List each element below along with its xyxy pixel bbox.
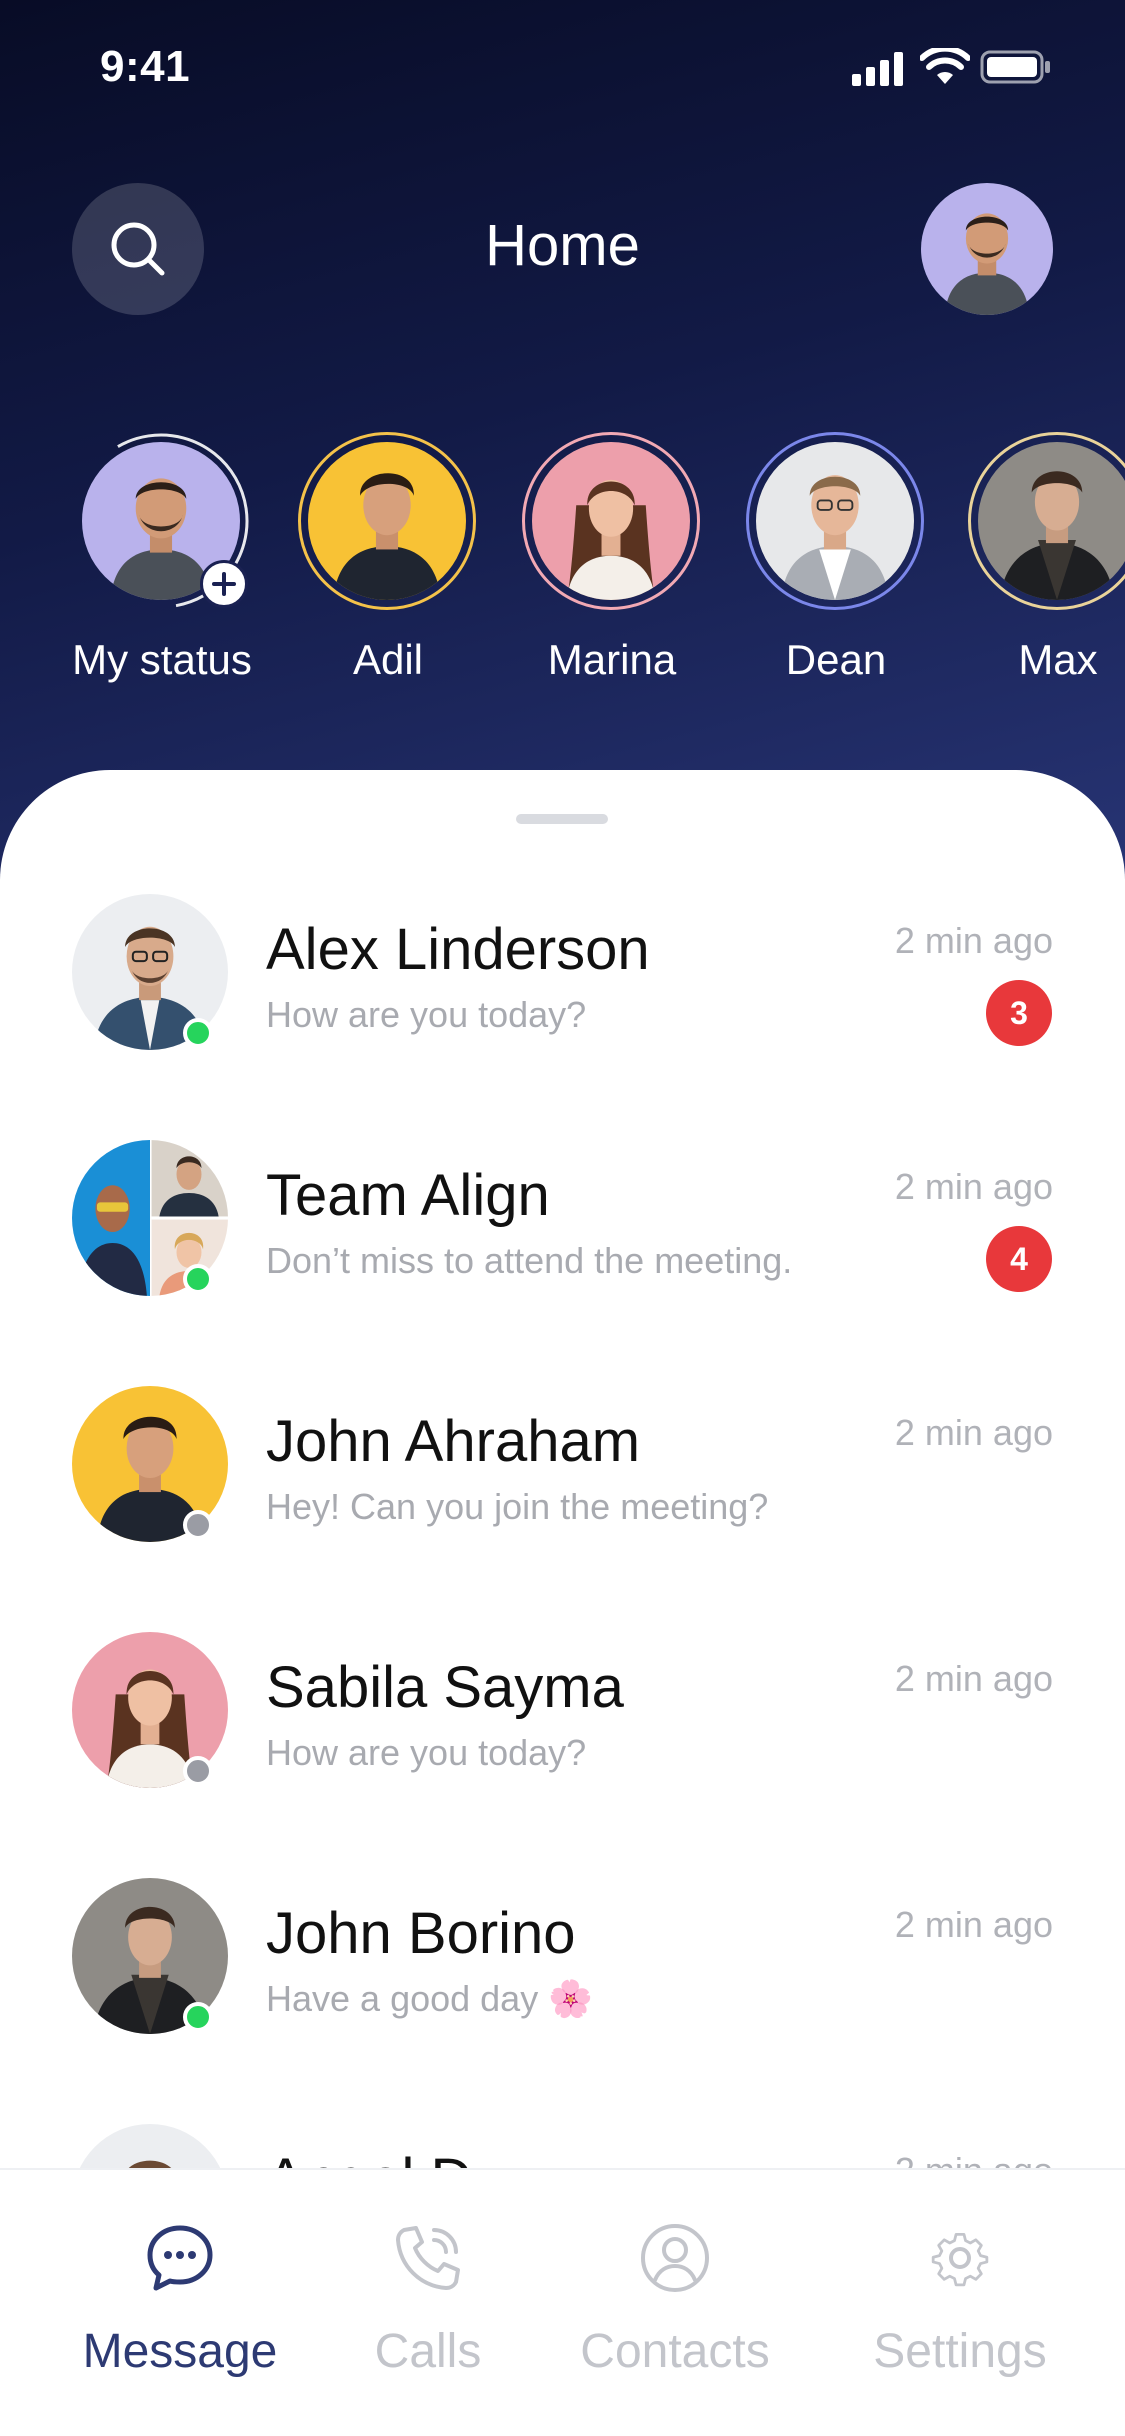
chat-time: 2 min ago [894,1658,1053,1699]
chat-name: Team Align [266,1163,550,1228]
unread-count-badge: 3 [986,980,1052,1046]
chat-time: 2 min ago [894,1166,1053,1207]
chat-preview: Don’t miss to attend the meeting. [266,1240,793,1281]
story-adil[interactable]: Adil [298,432,478,692]
chat-name: Alex Linderson [266,917,650,982]
chat-preview: How are you today? [266,1732,587,1773]
story-marina[interactable]: Marina [522,432,702,692]
story-name: Adil [352,636,424,683]
status-time: 9:41 [100,42,191,91]
sheet-drag-handle[interactable] [516,814,608,824]
message-icon [147,2225,213,2291]
chat-row-sabila-sayma[interactable]: Sabila Sayma How are you today? 2 min ag… [0,1632,1125,1832]
battery-icon [980,50,1050,84]
add-status-button[interactable] [200,560,248,608]
tab-contacts[interactable]: Contacts [545,2220,805,2390]
chat-time: 2 min ago [894,920,1053,961]
tab-label: Calls [374,2325,482,2378]
offline-status-dot [183,1510,213,1540]
tab-label: Contacts [580,2325,770,2378]
unread-count-badge: 4 [986,1226,1052,1292]
gear-icon [931,2232,989,2287]
wifi-icon [920,48,970,84]
story-max[interactable]: Max [968,432,1125,692]
chat-row-john-ahraham[interactable]: John Ahraham Hey! Can you join the meeti… [0,1386,1125,1586]
chat-time: 2 min ago [894,1412,1053,1453]
chat-name: Sabila Sayma [266,1655,624,1720]
story-name: My status [72,636,252,683]
story-name: Dean [785,636,887,683]
story-avatar [756,442,914,600]
chat-row-team-align[interactable]: Team Align Don’t miss to attend the meet… [0,1140,1125,1340]
story-avatar [532,442,690,600]
cellular-signal-icon [852,52,903,86]
chat-row-john-borino[interactable]: John Borino Have a good day 🌸 2 min ago [0,1878,1125,2078]
chat-name: John Borino [266,1901,576,1966]
story-dean[interactable]: Dean [746,432,926,692]
online-status-dot [183,1264,213,1294]
tab-message[interactable]: Message [50,2220,310,2390]
story-avatar [978,442,1125,600]
header: 9:41 Home My status Adil Marina Dean Max [0,0,1125,900]
plus-icon [212,572,236,596]
status-bar: 9:41 [0,0,1125,140]
offline-status-dot [183,1756,213,1786]
story-name: Max [1018,636,1098,683]
online-status-dot [183,1018,213,1048]
chat-list-sheet: Alex Linderson How are you today? 2 min … [0,770,1125,2280]
chat-row-alex-linderson[interactable]: Alex Linderson How are you today? 2 min … [0,894,1125,1094]
tab-settings[interactable]: Settings [830,2220,1090,2390]
chat-name: John Ahraham [266,1409,641,1474]
tab-label: Settings [873,2325,1047,2378]
story-avatar [308,442,466,600]
bottom-tab-bar: Message Calls Contacts Settings [0,2168,1125,2436]
chat-time: 2 min ago [894,1904,1053,1945]
avatar [921,183,1053,315]
chat-preview: How are you today? [266,994,587,1035]
phone-icon [396,2226,460,2290]
user-circle-icon [641,2224,709,2292]
chat-preview: Have a good day 🌸 [266,1978,594,2019]
tab-calls[interactable]: Calls [298,2220,558,2390]
chat-preview: Hey! Can you join the meeting? [266,1486,769,1527]
profile-avatar-button[interactable] [921,183,1053,315]
story-name: Marina [547,636,677,683]
online-status-dot [183,2002,213,2032]
tab-label: Message [82,2325,278,2378]
story-my-status[interactable]: My status [72,432,252,692]
